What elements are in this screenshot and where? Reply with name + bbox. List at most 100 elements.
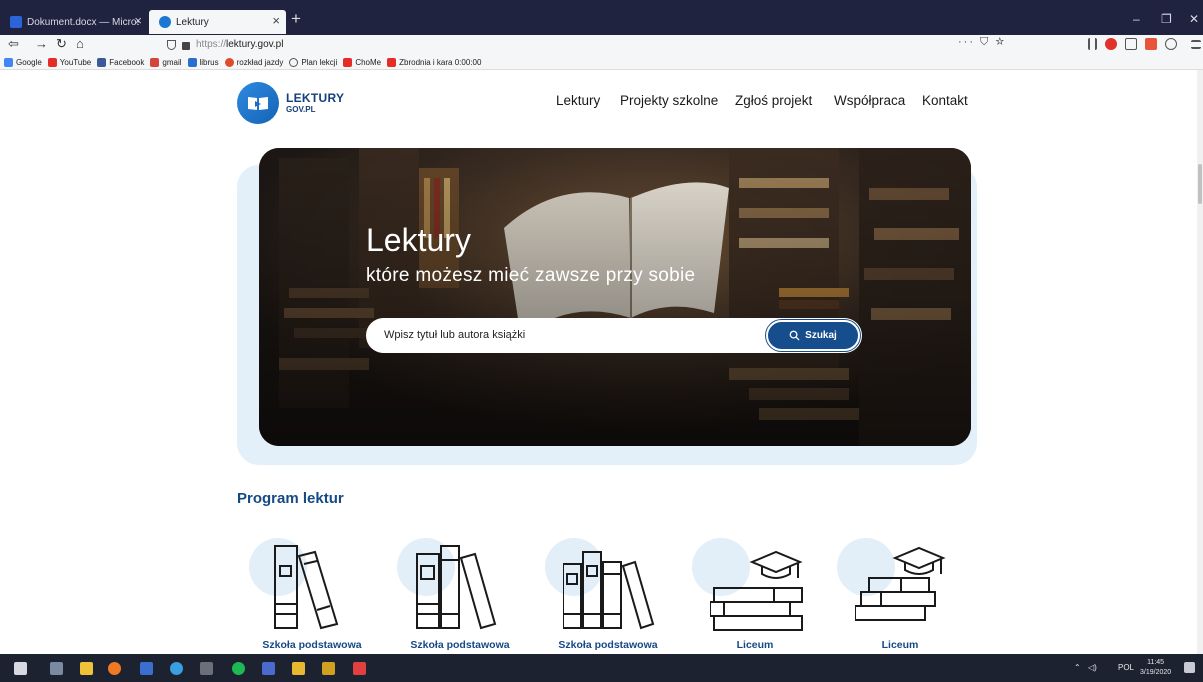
- back-icon[interactable]: ⇦: [8, 36, 19, 52]
- window-close-icon[interactable]: ✕: [1189, 12, 1199, 26]
- tracking-shield-icon[interactable]: [167, 39, 176, 50]
- librus-icon: [187, 57, 197, 67]
- bookmark-google[interactable]: Google: [4, 57, 42, 67]
- nav-wspolpraca[interactable]: Współpraca: [834, 93, 905, 108]
- card-szkola-podstawowa-3[interactable]: Szkoła podstawowa: [533, 536, 663, 654]
- card-label: Liceum: [736, 639, 774, 651]
- gmail-icon: [150, 57, 160, 67]
- spotify-icon[interactable]: [232, 662, 245, 675]
- card-label: Liceum: [881, 639, 919, 651]
- facebook-icon: [97, 57, 107, 67]
- nav-kontakt[interactable]: Kontakt: [922, 93, 968, 108]
- card-label: Szkoła podstawowa: [410, 639, 510, 651]
- bookmark-youtube[interactable]: YouTube: [47, 57, 91, 67]
- bus-icon: [224, 57, 234, 67]
- folder-icon[interactable]: [292, 662, 305, 675]
- pdf-icon[interactable]: [353, 662, 366, 675]
- file-explorer-icon[interactable]: [80, 662, 93, 675]
- graduation-books-icon: [855, 546, 946, 621]
- browser-nav-bar: ⇦ → ↻ ⌂ https://lektury.gov.pl ··· ⛉ ☆: [0, 35, 1203, 55]
- lektury-favicon-icon: [159, 16, 171, 28]
- circle-app-icon[interactable]: [170, 662, 183, 675]
- toolbar-extensions: [1088, 38, 1201, 50]
- notes-icon[interactable]: [322, 662, 335, 675]
- bookmark-plan-lekcji[interactable]: Plan lekcji: [289, 57, 337, 67]
- account-icon[interactable]: [1165, 38, 1177, 50]
- search-icon: [789, 330, 800, 341]
- bookmark-rozklad-jazdy[interactable]: rozkład jazdy: [224, 57, 283, 67]
- volume-icon[interactable]: ◁): [1088, 663, 1097, 672]
- site-logo[interactable]: LEKTURY GOV.PL: [237, 82, 344, 124]
- card-szkola-podstawowa-1[interactable]: Szkoła podstawowa: [237, 536, 367, 654]
- card-label: Szkoła podstawowa: [262, 639, 362, 651]
- tray-chevron-icon[interactable]: ⌃: [1074, 663, 1081, 672]
- hero-title: Lektury: [366, 222, 471, 258]
- page-actions[interactable]: ··· ⛉ ☆: [958, 36, 1006, 49]
- logo-title: LEKTURY: [286, 91, 345, 105]
- google-icon: [4, 57, 13, 67]
- url-prefix: https://: [196, 39, 227, 50]
- bookmark-facebook[interactable]: Facebook: [97, 57, 144, 67]
- bookmark-gmail[interactable]: gmail: [150, 57, 182, 67]
- lock-icon[interactable]: [182, 41, 190, 50]
- forward-icon[interactable]: →: [35, 36, 48, 51]
- nav-projekty-szkolne[interactable]: Projekty szkolne: [620, 93, 718, 108]
- page-scrollbar[interactable]: [1197, 70, 1203, 654]
- firefox-icon[interactable]: [108, 662, 121, 675]
- bookmark-chome[interactable]: ChoMe: [343, 57, 381, 67]
- card-szkola-podstawowa-2[interactable]: Szkoła podstawowa: [385, 536, 515, 654]
- checkmark-app-icon[interactable]: [140, 662, 153, 675]
- tab-title: Lektury: [176, 16, 209, 28]
- card-label: Szkoła podstawowa: [558, 639, 658, 651]
- library-icon[interactable]: [1088, 38, 1097, 50]
- bookmark-librus[interactable]: librus: [187, 57, 219, 67]
- address-bar[interactable]: https://lektury.gov.pl: [167, 36, 1013, 53]
- calculator-icon[interactable]: [200, 662, 213, 675]
- search-input[interactable]: Wpisz tytuł lub autora książki: [384, 329, 525, 341]
- tab-word-document[interactable]: Dokument.docx — Microsoft Word ×: [0, 10, 148, 34]
- clock-date: 3/19/2020: [1140, 669, 1172, 676]
- reload-icon[interactable]: ↻: [56, 36, 67, 52]
- minimize-icon[interactable]: –: [1133, 12, 1140, 26]
- sidebar-icon[interactable]: [1125, 38, 1137, 50]
- close-icon[interactable]: ×: [134, 13, 142, 28]
- graduation-books-icon: [710, 550, 803, 631]
- word-icon: [10, 16, 22, 28]
- windows-taskbar: ⌃ ◁) POL 11:45 3/19/2020: [0, 654, 1203, 682]
- search-bar[interactable]: Wpisz tytuł lub autora książki Szukaj: [366, 318, 862, 353]
- close-icon[interactable]: ×: [272, 13, 280, 28]
- clock[interactable]: 11:45 3/19/2020: [1140, 658, 1171, 678]
- menu-icon[interactable]: [1191, 39, 1201, 49]
- youtube-icon: [47, 57, 57, 67]
- clock-time: 11:45: [1147, 659, 1165, 666]
- library-background-image: [259, 148, 971, 446]
- program-lektur-heading: Program lektur: [237, 490, 344, 507]
- books-icon: [563, 551, 655, 630]
- card-liceum-2[interactable]: Liceum: [825, 536, 955, 654]
- search-button-label: Szukaj: [805, 330, 837, 341]
- url-host: lektury.gov.pl: [226, 39, 284, 50]
- bookmark-zbrodnia-i-kara[interactable]: Zbrodnia i kara 0:00:00: [387, 57, 481, 67]
- photos-icon[interactable]: [262, 662, 275, 675]
- search-button[interactable]: Szukaj: [766, 320, 860, 351]
- nav-lektury[interactable]: Lektury: [556, 93, 600, 108]
- nav-zglos-projekt[interactable]: Zgłoś projekt: [735, 93, 812, 108]
- tab-lektury[interactable]: Lektury ×: [149, 10, 286, 34]
- language-indicator[interactable]: POL: [1118, 663, 1134, 672]
- notifications-icon[interactable]: [1184, 662, 1195, 673]
- new-tab-button[interactable]: +: [291, 9, 301, 29]
- home-icon[interactable]: ⌂: [76, 36, 84, 51]
- books-icon: [416, 545, 497, 630]
- adblock-icon[interactable]: [1105, 38, 1117, 50]
- youtube-icon: [343, 57, 353, 67]
- task-view-icon[interactable]: [50, 662, 63, 675]
- book-logo-icon: [237, 82, 279, 124]
- web-page: LEKTURY GOV.PL Lektury Projekty szkolne …: [0, 70, 1203, 654]
- start-icon[interactable]: [14, 662, 27, 675]
- card-liceum-1[interactable]: Liceum: [680, 536, 810, 654]
- hero-banner: Lektury które możesz mieć zawsze przy so…: [259, 148, 971, 446]
- restore-icon[interactable]: ❐: [1161, 12, 1172, 26]
- logo-subtitle: GOV.PL: [286, 105, 316, 114]
- extension-icon[interactable]: [1145, 38, 1157, 50]
- globe-icon: [289, 57, 299, 67]
